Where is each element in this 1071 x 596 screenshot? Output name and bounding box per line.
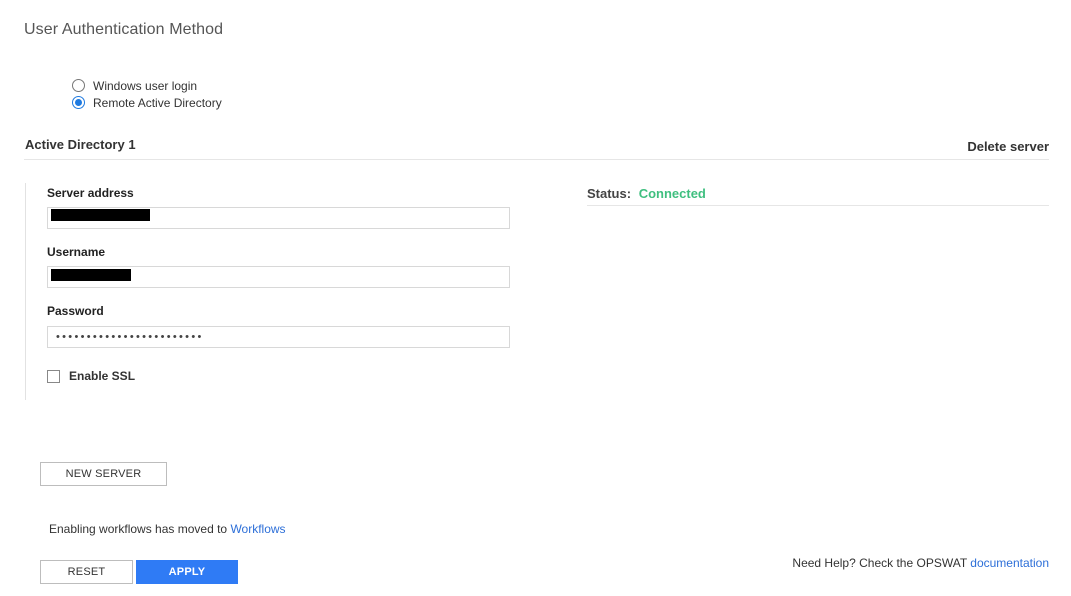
radio-remote-active-directory[interactable]: Remote Active Directory [72,94,222,111]
auth-settings-page: User Authentication Method Windows user … [0,0,1071,596]
radio-label: Windows user login [93,78,198,93]
help-note-text: Need Help? Check the OPSWAT [792,556,971,570]
redacted-block [51,209,150,221]
documentation-link[interactable]: documentation [970,556,1049,570]
server-form: Server address Username Password •••••••… [25,183,525,400]
workflows-note: Enabling workflows has moved to Workflow… [49,522,286,536]
enable-ssl-checkbox-row[interactable]: Enable SSL [47,369,135,383]
status-badge: Connected [638,186,706,201]
server-title: Active Directory 1 [25,137,136,152]
server-section-header: Active Directory 1 Delete server [24,136,1049,160]
server-address-label: Server address [47,186,134,200]
workflows-note-text: Enabling workflows has moved to [49,522,231,536]
apply-button[interactable]: APPLY [136,560,238,584]
radio-label: Remote Active Directory [93,95,222,110]
connection-status: Status: Connected [587,186,1049,206]
redacted-block [51,269,131,281]
enable-ssl-checkbox[interactable] [47,369,60,383]
help-note: Need Help? Check the OPSWAT documentatio… [792,556,1049,570]
radio-windows-user-login[interactable]: Windows user login [72,77,222,94]
page-title: User Authentication Method [24,21,224,38]
delete-server-button[interactable]: Delete server [967,139,1049,154]
new-server-button[interactable]: NEW SERVER [40,462,167,486]
radio-button-checked[interactable] [72,96,85,109]
username-label: Username [47,245,106,259]
enable-ssl-label: Enable SSL [69,369,136,383]
status-label: Status: [587,186,632,201]
radio-button-unchecked[interactable] [72,79,85,92]
password-label: Password [47,304,104,318]
auth-method-radio-group: Windows user login Remote Active Directo… [72,77,222,111]
password-input[interactable] [47,326,510,348]
reset-button[interactable]: RESET [40,560,133,584]
workflows-link[interactable]: Workflows [230,522,285,536]
